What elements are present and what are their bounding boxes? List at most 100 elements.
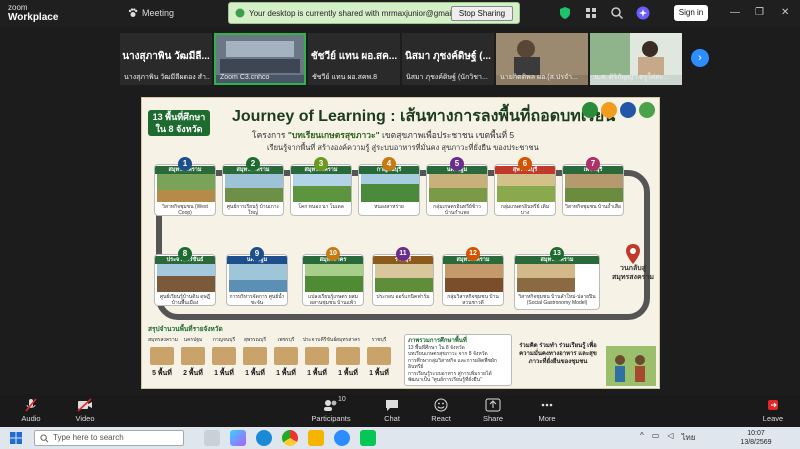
grid-view-icon[interactable] [584, 6, 598, 20]
system-tray: ^ ▭ ◁ ไทย [640, 431, 695, 444]
volume-icon[interactable]: ◁ [667, 431, 673, 444]
journey-stop: สมุทรสงคราม วิสาหกิจชุมชน (West Coop) [154, 164, 216, 216]
copilot-icon[interactable] [230, 430, 246, 446]
participant-video [590, 33, 682, 75]
partner-logos [582, 102, 655, 118]
minimize-icon[interactable]: — [730, 7, 740, 18]
input-language[interactable]: ไทย [681, 431, 695, 444]
participant-label: นายกิตติพล ผอ.(ส.ปรจำ... [500, 74, 578, 81]
project-prefix: โครงการ [252, 130, 288, 140]
province-landmark-icon [274, 347, 298, 365]
journey-stop: สมุทรสงคราม โคก หนอง นา โมเดล [290, 164, 352, 216]
stop-number: 3 [314, 157, 328, 171]
task-view-icon[interactable] [204, 430, 220, 446]
stop-number: 9 [250, 247, 264, 261]
shared-screen-content: 13 พื้นที่ศึกษา ใน 8 จังหวัด Journey of … [141, 97, 660, 389]
participant-label: นางสุภาพิน วัฒมีลีผดอง สำ... [124, 74, 210, 81]
react-button[interactable]: React [416, 398, 466, 423]
ai-companion-icon[interactable] [636, 6, 650, 20]
stop-photo [305, 264, 363, 292]
restore-icon[interactable]: ❐ [755, 7, 764, 18]
summary-province: สุพรรณบุรี [243, 337, 267, 343]
stop-number: 10 [326, 247, 340, 261]
overview-line: การศึกษากลุ่มวิสาหกิจ และการผลิตพืชผักอิ… [408, 357, 497, 371]
stop-photo [361, 174, 419, 202]
journey-stop: สุพรรณบุรี กลุ่มเกษตรอินทรีย์ เดิมบาง [494, 164, 556, 216]
camera-off-icon [77, 398, 92, 412]
video-label: Video [75, 414, 95, 423]
taskbar-search-input[interactable]: Type here to search [34, 430, 184, 446]
summary-count: 1 พื้นที่ [276, 370, 296, 377]
province-landmark-icon [336, 347, 360, 365]
share-status-icon [235, 8, 245, 18]
next-page-button[interactable]: › [691, 49, 709, 67]
meeting-menu[interactable]: Meeting [128, 8, 174, 18]
edge-browser-icon[interactable] [256, 430, 272, 446]
stop-photo [225, 174, 283, 202]
chrome-browser-icon[interactable] [282, 430, 298, 446]
system-clock[interactable]: 10:07 13/8/2569 [736, 429, 776, 447]
stop-photo [375, 264, 433, 292]
logo-line2: Workplace [8, 12, 59, 23]
shield-icon[interactable] [558, 6, 572, 20]
participants-count: 10 [338, 396, 346, 403]
stop-photo [497, 174, 555, 202]
share-button[interactable]: Share [468, 398, 518, 423]
file-explorer-icon[interactable] [308, 430, 324, 446]
more-dots-icon [541, 403, 553, 407]
video-button[interactable]: Video [60, 398, 110, 423]
stop-number: 4 [382, 157, 396, 171]
summary-province: เพชรบุรี [277, 337, 295, 343]
participant-label: ชัชวีย์ แทน ผอ.สคพ.8 [312, 74, 377, 81]
participant-name: นิสมา ภุชงค์ดิษฐ์ (... [405, 51, 491, 62]
participants-label: Participants [311, 414, 351, 423]
screen-share-banner: Your desktop is currently shared with mr… [228, 2, 520, 24]
participant-video [216, 35, 304, 75]
more-button[interactable]: More [522, 398, 572, 423]
more-label: More [538, 414, 556, 423]
participant-tile[interactable]: น.ส. ศิริกัญญา ตรูใส่สะ... [590, 33, 682, 85]
sign-in-button[interactable]: Sign in [674, 5, 708, 21]
stop-number: 13 [550, 247, 564, 261]
summary-count: 1 พื้นที่ [307, 370, 327, 377]
participant-tile[interactable]: นิสมา ภุชงค์ดิษฐ์ (... นิสมา ภุชงค์ดิษฐ์… [402, 33, 494, 85]
summary-province: สมุทรสาคร [335, 337, 361, 343]
area-count-badge: 13 พื้นที่ศึกษา ใน 8 จังหวัด [148, 110, 210, 136]
chevron-up-icon[interactable]: ^ [640, 431, 644, 444]
stop-caption: ศูนย์การเรียนรู้ บ้านเกาะใหญ่ [226, 204, 280, 216]
paw-icon [128, 8, 138, 17]
network-icon[interactable]: ▭ [652, 431, 660, 444]
line-app-icon[interactable] [360, 430, 376, 446]
project-name: "บทเรียนเกษตรสุขภาวะ" [287, 130, 380, 140]
participant-tile[interactable]: ชัชวีย์ แทน ผอ.สค... ชัชวีย์ แทน ผอ.สคพ.… [308, 33, 400, 85]
summary-count: 1 พื้นที่ [369, 370, 389, 377]
nhso-logo-icon [620, 102, 636, 118]
summary-province: กาญจนบุรี [212, 337, 236, 343]
audio-label: Audio [21, 414, 41, 423]
zoom-workplace-logo: zoom Workplace [8, 3, 58, 23]
province-landmark-icon [181, 347, 205, 365]
search-placeholder: Type here to search [53, 433, 124, 442]
stop-sharing-button[interactable]: Stop Sharing [451, 6, 513, 21]
leave-button[interactable]: Leave [756, 398, 790, 423]
audio-button[interactable]: Audio [6, 398, 56, 423]
react-label: React [431, 414, 451, 423]
stop-photo [229, 264, 287, 292]
participant-tile[interactable]: นางสุภาพิน วัฒมีลี... นางสุภาพิน วัฒมีลี… [120, 33, 212, 85]
close-icon[interactable]: ✕ [781, 7, 789, 18]
clock-time: 10:07 [747, 430, 765, 437]
project-suffix: เขตสุขภาพเพื่อประชาชน เขตพื้นที่ 5 [379, 130, 515, 140]
participant-tile-active-speaker[interactable]: Zoom C3.cnhco [214, 33, 306, 85]
microphone-muted-icon [25, 398, 37, 412]
windows-start-icon[interactable] [10, 432, 22, 444]
participants-button[interactable]: Participants [303, 398, 359, 423]
chat-button[interactable]: Chat [367, 398, 417, 423]
meeting-label: Meeting [142, 8, 175, 18]
stop-number: 5 [450, 157, 464, 171]
search-icon[interactable] [610, 6, 624, 20]
zoom-app-icon[interactable] [334, 430, 350, 446]
slide-quote: ร่วมคิด ร่วมทำ ร่วมเรียนรู้ เพื่อความมั่… [519, 343, 597, 365]
participant-tile[interactable]: นายกิตติพล ผอ.(ส.ปรจำ... [496, 33, 588, 85]
stop-photo [517, 264, 575, 292]
stop-photo [293, 174, 351, 202]
